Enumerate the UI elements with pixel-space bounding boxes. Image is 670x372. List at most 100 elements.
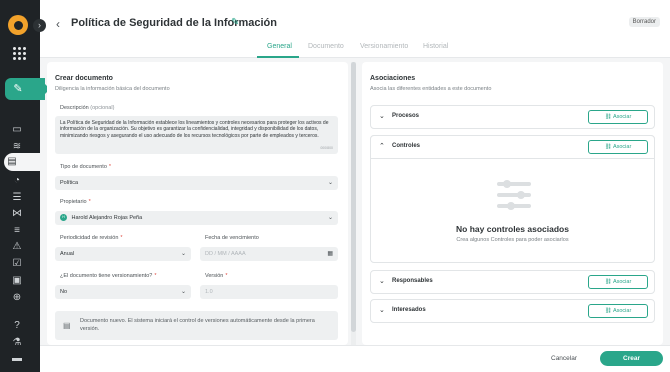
document-icon[interactable]: ▤ xyxy=(4,153,40,171)
description-value: La Política de Seguridad de la Informaci… xyxy=(60,120,329,139)
scrollbar[interactable] xyxy=(351,62,356,345)
page-header: ‹ Política de Seguridad de la Informació… xyxy=(40,0,670,58)
chevron-down-icon[interactable]: ⌄ xyxy=(379,277,385,285)
document-icon: ▤ xyxy=(63,321,71,330)
doc-type-value: Política xyxy=(60,180,79,186)
logo-icon[interactable] xyxy=(8,15,28,35)
empty-state-subtitle: Crea algunos Controles para poder asocia… xyxy=(456,237,569,243)
tab-versionamiento[interactable]: Versionamiento xyxy=(360,43,408,50)
version-label: Versión * xyxy=(205,273,228,279)
associations-panel: Asociaciones Asocia las diferentes entid… xyxy=(362,62,663,345)
associate-button[interactable]: ⛓ Asociar xyxy=(588,275,648,289)
card-icon[interactable]: ▬ xyxy=(11,353,23,365)
owner-select[interactable]: H Harold Alejandro Rojas Peña ⌄ xyxy=(55,211,338,225)
calendar-icon[interactable]: ▦ xyxy=(327,247,333,261)
doc-type-label: Tipo de documento * xyxy=(60,164,112,170)
cancel-button[interactable]: Cancelar xyxy=(551,355,577,362)
versioned-label: ¿El documento tiene versionamiento? * xyxy=(60,273,157,279)
tab-general[interactable]: General xyxy=(267,43,292,50)
tab-documento[interactable]: Documento xyxy=(308,43,344,50)
description-label: Descripción (opcional) xyxy=(60,105,114,111)
flask-icon[interactable]: ⚗ xyxy=(11,337,23,349)
associate-button[interactable]: ⛓ Asociar xyxy=(588,110,648,124)
help-icon[interactable]: ? xyxy=(11,320,23,332)
chevron-up-icon[interactable]: ⌃ xyxy=(379,142,385,150)
tab-historial[interactable]: Historial xyxy=(423,43,448,50)
page-title: Política de Seguridad de la Información xyxy=(71,17,277,29)
owner-label-text: Propietario xyxy=(60,199,87,205)
empty-sliders-icon xyxy=(495,178,533,212)
info-text: Documento nuevo. El sistema iniciará el … xyxy=(80,318,315,332)
footer-bar: Cancelar Crear xyxy=(40,345,670,372)
monitor-icon[interactable]: ▭ xyxy=(11,124,23,136)
create-button[interactable]: Crear xyxy=(600,351,663,366)
list-icon[interactable]: ☰ xyxy=(11,192,23,204)
associate-label: Asociar xyxy=(612,279,632,285)
info-callout: ▤ Documento nuevo. El sistema iniciará e… xyxy=(55,311,338,340)
chevron-down-icon[interactable]: ⌄ xyxy=(379,306,385,314)
checklist-icon[interactable]: ☑ xyxy=(11,258,23,270)
create-document-panel: Crear documento Diligencia la informació… xyxy=(47,62,348,345)
review-label: Periodicidad de revisión * xyxy=(60,235,123,241)
associate-label: Asociar xyxy=(612,114,632,120)
target-icon[interactable]: ⊕ xyxy=(11,292,23,304)
review-value: Anual xyxy=(60,251,75,257)
sidebar: ✎ ▭ ≋ ▤ ◔ ☰ ⋈ ≡ ⚠ ☑ ▣ ⊕ ? ⚗ ▬ xyxy=(0,0,50,372)
collapse-sidebar-button[interactable]: › xyxy=(33,19,46,32)
network-icon[interactable]: ⋈ xyxy=(11,208,23,220)
expiry-date-input[interactable]: DD / MM / AAAA ▦ xyxy=(200,247,338,261)
associate-label: Asociar xyxy=(612,144,632,150)
review-label-text: Periodicidad de revisión xyxy=(60,235,119,241)
associate-button[interactable]: ⛓ Asociar xyxy=(588,140,648,154)
review-select[interactable]: Anual ⌄ xyxy=(55,247,191,261)
section-title: Crear documento xyxy=(55,75,113,82)
associate-button[interactable]: ⛓ Asociar xyxy=(588,304,648,318)
version-placeholder: 1.0 xyxy=(205,289,213,295)
status-badge: Borrador xyxy=(628,17,660,27)
owner-label: Propietario * xyxy=(60,199,91,205)
expiry-label: Fecha de vencimiento xyxy=(205,235,259,241)
owner-value: Harold Alejandro Rojas Peña xyxy=(71,215,143,221)
assoc-row-label: Interesados xyxy=(392,307,426,313)
controles-expanded: ⌃ Controles ⛓ Asociar No hay controles a… xyxy=(370,135,655,263)
version-input[interactable]: 1.0 xyxy=(200,285,338,299)
associations-title: Asociaciones xyxy=(370,75,416,82)
assoc-row-label: Responsables xyxy=(392,278,433,284)
alert-icon[interactable]: ⚠ xyxy=(11,241,23,253)
sliders-icon[interactable]: ≡ xyxy=(11,225,23,237)
associations-subtitle: Asocia las diferentes entidades a este d… xyxy=(370,86,492,92)
shield-check-icon[interactable]: ◔ xyxy=(11,175,23,187)
doc-type-label-text: Tipo de documento xyxy=(60,164,107,170)
empty-state-title: No hay controles asociados xyxy=(456,224,569,234)
chevron-down-icon[interactable]: ⌄ xyxy=(379,112,385,120)
edit-pencil-icon[interactable]: ✎ xyxy=(231,17,239,28)
assoc-row-responsables[interactable]: ⌄ Responsables ⛓ Asociar xyxy=(370,270,655,294)
versioned-select[interactable]: No ⌄ xyxy=(55,285,191,299)
chevron-down-icon: ⌄ xyxy=(327,215,333,221)
versioned-value: No xyxy=(60,289,68,295)
apps-grid-icon[interactable] xyxy=(13,47,26,60)
assoc-row-label: Procesos xyxy=(392,113,420,119)
assoc-row-controles[interactable]: ⌃ Controles ⛓ Asociar xyxy=(370,135,655,159)
doc-type-select[interactable]: Política ⌄ xyxy=(55,176,338,190)
back-icon[interactable]: ‹ xyxy=(56,17,60,31)
assoc-row-interesados[interactable]: ⌄ Interesados ⛓ Asociar xyxy=(370,299,655,323)
chevron-down-icon: ⌄ xyxy=(180,289,186,295)
document-sign-icon[interactable]: ✎ xyxy=(11,82,25,96)
associate-label: Asociar xyxy=(612,308,632,314)
avatar: H xyxy=(60,214,67,222)
description-textarea[interactable]: La Política de Seguridad de la Informaci… xyxy=(55,116,338,154)
expiry-placeholder: DD / MM / AAAA xyxy=(205,251,246,257)
description-label-text: Descripción xyxy=(60,105,89,111)
version-label-text: Versión xyxy=(205,273,224,279)
assoc-row-procesos[interactable]: ⌄ Procesos ⛓ Asociar xyxy=(370,105,655,129)
chevron-down-icon: ⌄ xyxy=(180,251,186,257)
layers-icon[interactable]: ≋ xyxy=(11,141,23,153)
active-tab-indicator xyxy=(257,56,299,58)
bag-icon[interactable]: ▣ xyxy=(11,275,23,287)
assoc-row-label: Controles xyxy=(392,143,421,149)
chevron-down-icon: ⌄ xyxy=(327,180,333,186)
link-icon: ⛓ xyxy=(604,279,612,285)
section-subtitle: Diligencia la información básica del doc… xyxy=(55,86,170,92)
link-icon: ⛓ xyxy=(604,144,612,150)
